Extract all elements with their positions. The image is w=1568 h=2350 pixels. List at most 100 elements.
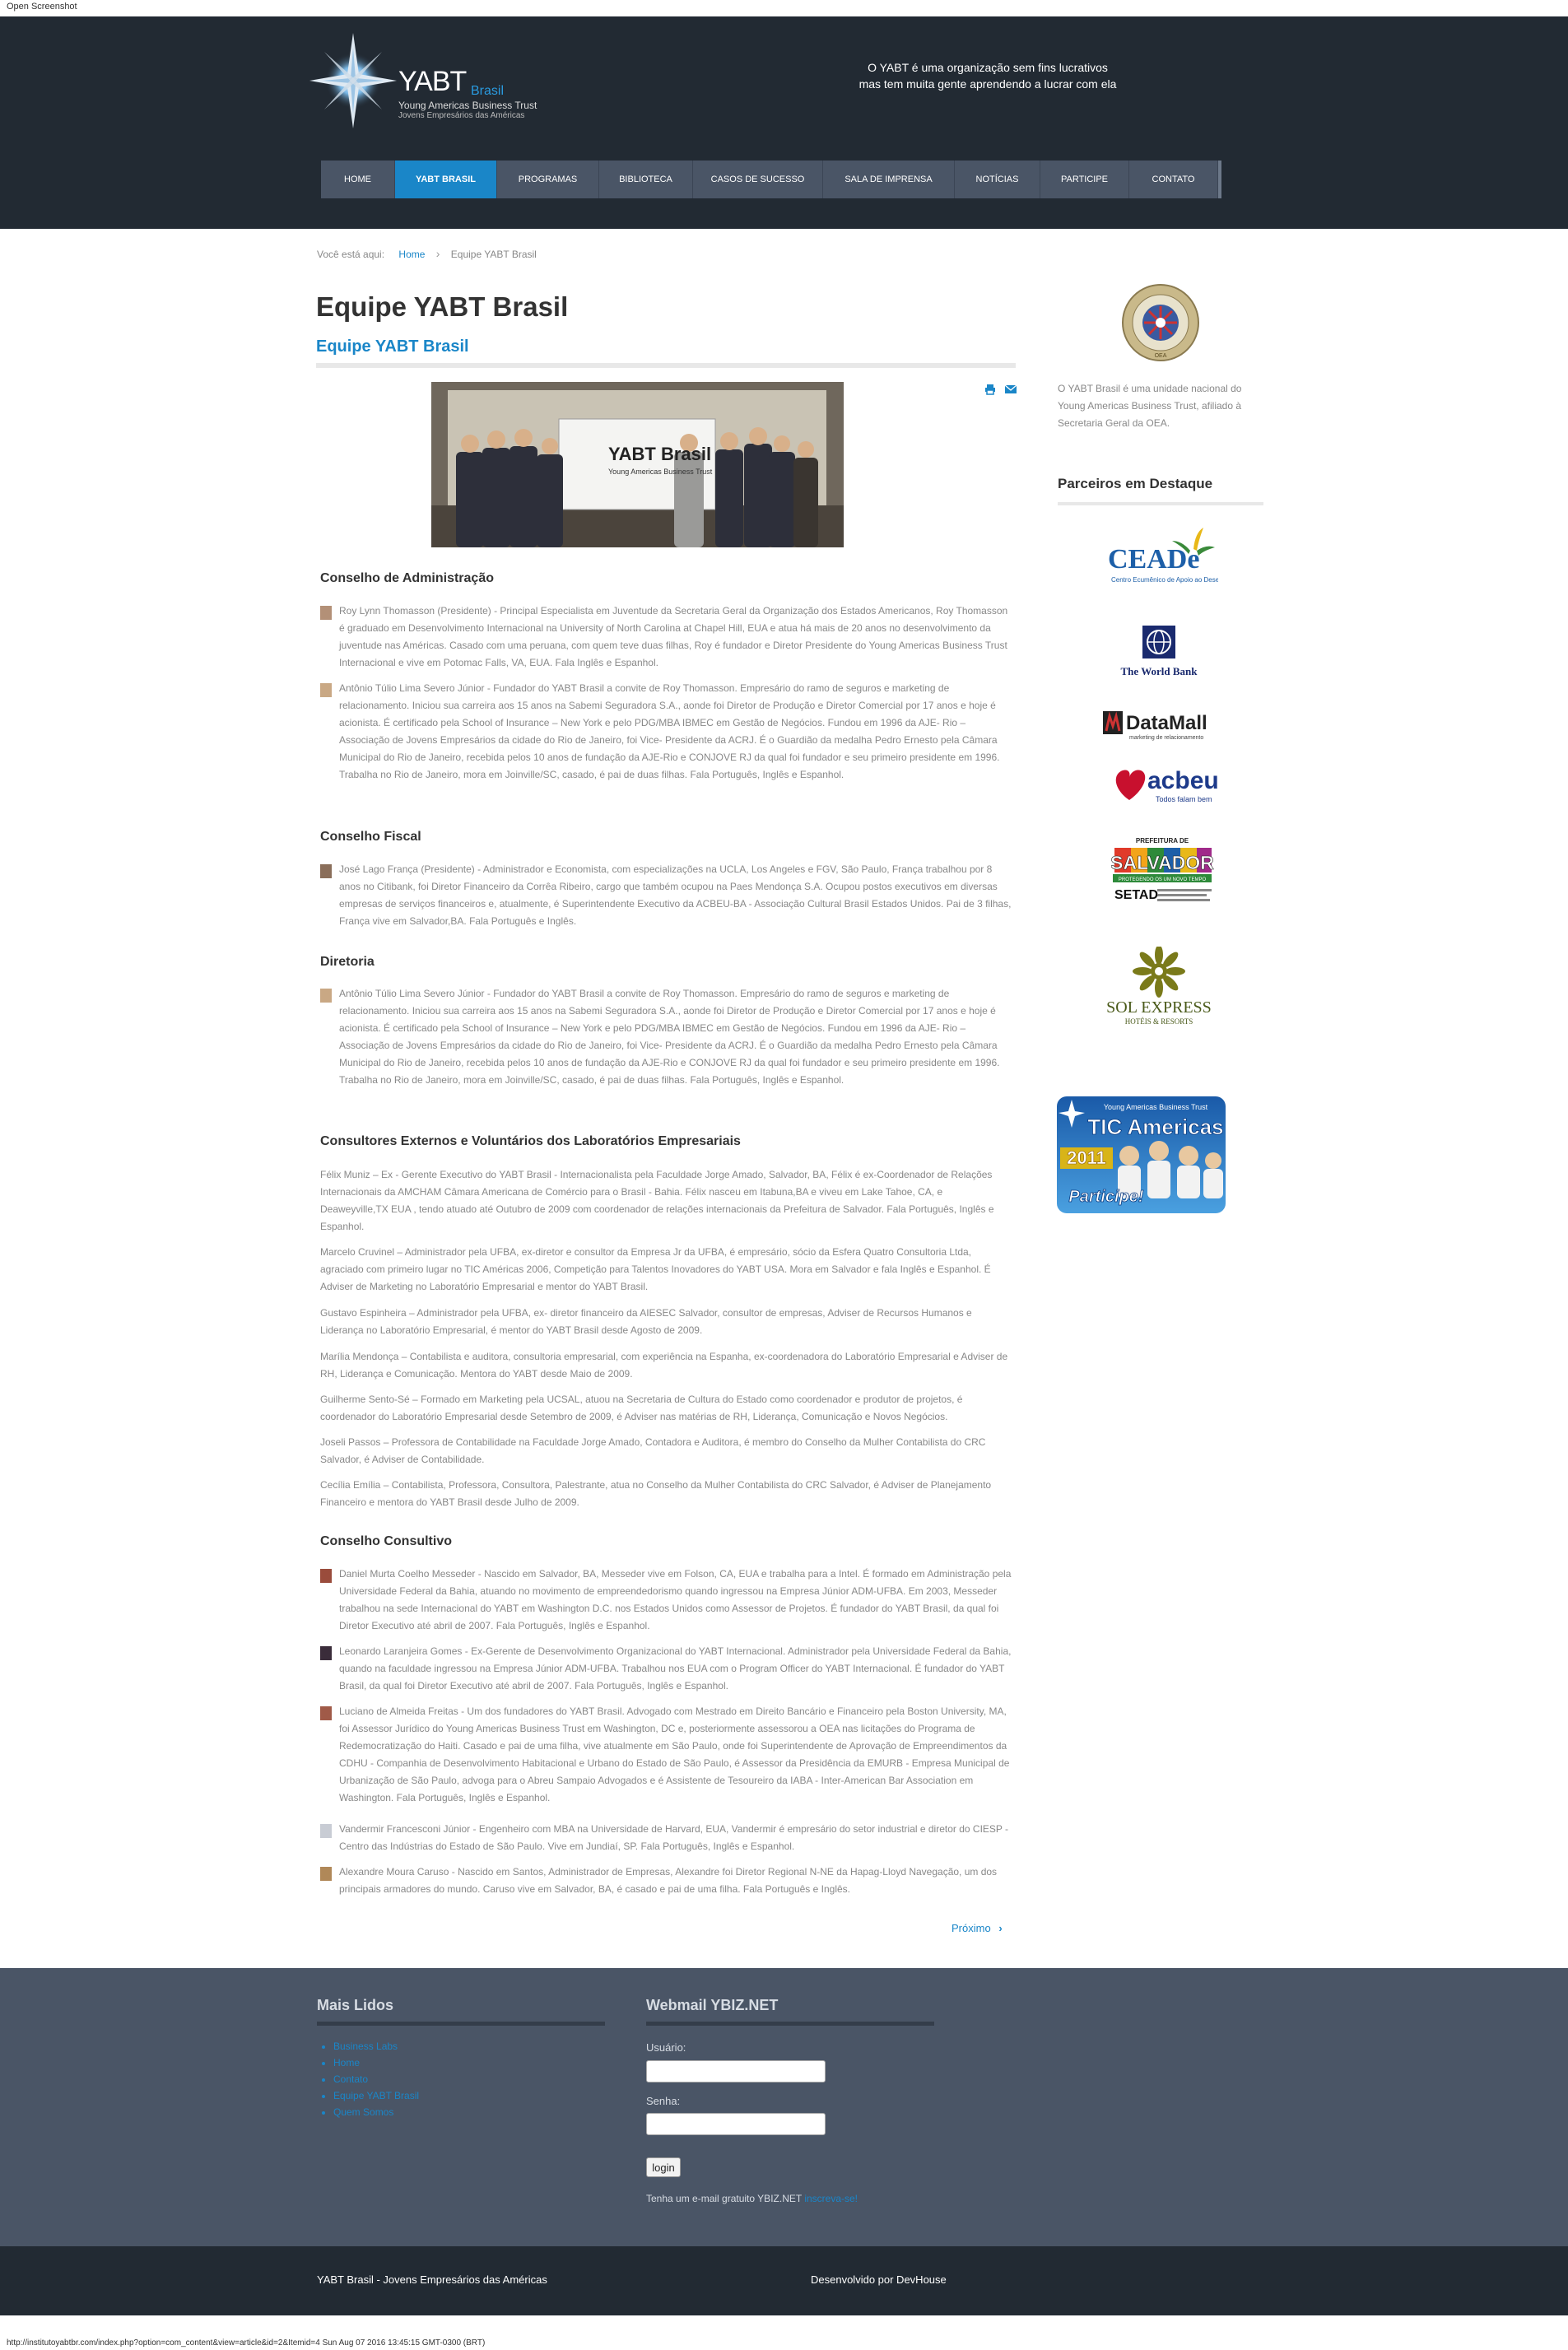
seal-label: OEA [1155,353,1167,359]
salvador-name: SALVADOR [1111,852,1214,873]
section-heading-consultivo: Conselho Consultivo [320,1534,452,1548]
bio-paragraph: Daniel Murta Coelho Messeder - Nascido e… [339,1568,1012,1631]
list-item[interactable]: Quem Somos [333,2104,419,2120]
bio-paragraph: Roy Lynn Thomasson (Presidente) - Princi… [339,605,1008,668]
title-divider [316,363,1016,368]
breadcrumb: Você está aqui: Home › Equipe YABT Brasi… [317,247,537,260]
partner-salvador[interactable]: PREFEITURA DE SALVADOR PROTEGENDO OS UM … [1110,831,1215,914]
mais-lidos-list: Business Labs Home Contato Equipe YABT B… [333,2038,419,2120]
salvador-top: PREFEITURA DE [1136,837,1189,845]
webmail-note: Tenha um e-mail gratuito YBIZ.NET inscre… [646,2193,858,2204]
logo-subtitle: Young Americas Business Trust [398,100,537,111]
bio-paragraph: Marcelo Cruvinel – Administrador pela UF… [320,1246,991,1292]
password-input[interactable] [646,2113,826,2135]
nav-sala-de-imprensa[interactable]: SALA DE IMPRENSA [823,161,955,198]
datamall-sub: marketing de relacionamento [1129,735,1203,741]
partner-world-bank[interactable]: The World Bank [1118,624,1208,682]
nav-contato[interactable]: CONTATO [1129,161,1218,198]
team-photo: YABT Brasil Young Americas Business Trus… [431,382,844,547]
page-title: Equipe YABT Brasil [316,291,569,322]
main-nav: HOME YABT BRASIL PROGRAMAS BIBLIOTECA CA… [321,161,1221,198]
nav-participe[interactable]: PARTICIPE [1040,161,1129,198]
login-button[interactable]: login [646,2157,681,2177]
list-item[interactable]: Business Labs [333,2038,419,2055]
print-icon[interactable] [984,384,996,395]
tic-top: Young Americas Business Trust [1104,1103,1208,1111]
section-heading-consultores: Consultores Externos e Voluntários dos L… [320,1134,741,1148]
tic-title: TIC Americas [1087,1115,1223,1139]
chevron-right-icon: › [998,1922,1003,1934]
nav-biblioteca[interactable]: BIBLIOTECA [599,161,693,198]
partner-acbeu[interactable]: acbeu Todos falam bem [1111,759,1219,808]
bio-paragraph: Guilherme Sento-Sé – Formado em Marketin… [320,1394,963,1422]
site-logo[interactable]: YABT Brasil Young Americas Business Trus… [308,31,555,130]
tic-year: 2011 [1067,1147,1106,1168]
article-subtitle[interactable]: Equipe YABT Brasil [316,337,469,356]
photo-banner-text: YABT Brasil [608,444,711,464]
sol-express-logo-icon: SOL EXPRESS HOTÉIS & RESORTS [1106,945,1212,1026]
nav-casos-de-sucesso[interactable]: CASOS DE SUCESSO [693,161,823,198]
oas-seal-icon: OEA [1122,284,1199,361]
list-item[interactable]: Equipe YABT Brasil [333,2087,419,2104]
avatar [320,1824,332,1838]
ceade-logo-icon: CEADe Centro Ecumênico de Apoio ao Desen… [1108,528,1254,584]
star-logo-icon [309,33,397,128]
bio-paragraph: Joseli Passos – Professora de Contabilid… [320,1436,986,1465]
team-photo-image: YABT Brasil Young Americas Business Trus… [431,382,844,547]
bio-paragraph: Marília Mendonça – Contabilista e audito… [320,1351,1008,1380]
bio-paragraph: Antônio Túlio Lima Severo Júnior - Funda… [339,682,1000,780]
signup-link[interactable]: inscreva-se! [804,2193,858,2204]
email-icon[interactable] [1005,384,1017,394]
partners-divider [1058,502,1263,505]
breadcrumb-home-link[interactable]: Home [398,249,425,260]
footer-bottom [0,2246,1568,2315]
avatar [320,1706,332,1720]
partners-heading: Parceiros em Destaque [1058,476,1213,491]
webmail-heading: Webmail YBIZ.NET [646,1997,779,2013]
webmail-note-text: Tenha um e-mail gratuito YBIZ.NET [646,2193,802,2204]
tic-americas-banner[interactable]: Young Americas Business Trust TIC Americ… [1057,1096,1226,1213]
acbeu-name: acbeu [1147,767,1218,794]
tic-americas-banner-image: Young Americas Business Trust TIC Americ… [1057,1096,1226,1213]
next-article-link[interactable]: Próximo › [952,1922,1003,1934]
nav-home[interactable]: HOME [321,161,395,198]
section-heading-admin: Conselho de Administração [320,571,494,585]
sidebar-about: O YABT Brasil é uma unidade nacional do … [1058,383,1242,429]
sol-express-name: SOL EXPRESS [1106,998,1212,1017]
window-title: Open Screenshot [7,2,77,12]
webmail-divider [646,2022,934,2026]
copyright-text: YABT Brasil - Jovens Empresários das Amé… [317,2273,547,2286]
datamall-name: DataMall [1126,712,1207,734]
nav-programas[interactable]: PROGRAMAS [497,161,599,198]
list-item[interactable]: Contato [333,2071,419,2087]
acbeu-sub: Todos falam bem [1156,795,1212,803]
partner-ceade[interactable]: CEADe Centro Ecumênico de Apoio ao Desen… [1103,523,1254,598]
acbeu-logo-icon: acbeu Todos falam bem [1115,767,1219,803]
nav-yabt-brasil[interactable]: YABT BRASIL [395,161,497,198]
footer-top [0,1968,1568,2246]
bio-paragraph: Luciano de Almeida Freitas - Um dos fund… [339,1705,1010,1803]
avatar [320,989,332,1003]
world-bank-logo-icon: The World Bank [1121,626,1198,677]
bio-paragraph: Leonardo Laranjeira Gomes - Ex-Gerente d… [339,1645,1012,1692]
breadcrumb-current: Equipe YABT Brasil [450,249,537,260]
header-tagline: O YABT é uma organização sem fins lucrat… [807,59,1169,92]
nav-noticias[interactable]: NOTÍCIAS [955,161,1040,198]
bio-paragraph: Cecília Emília – Contabilista, Professor… [320,1479,992,1508]
bio-paragraph: José Lago França (Presidente) - Administ… [339,863,1012,927]
list-item[interactable]: Home [333,2055,419,2071]
chevron-right-icon: › [435,247,440,260]
partner-sol-express[interactable]: SOL EXPRESS HOTÉIS & RESORTS [1103,945,1226,1029]
sol-express-sub: HOTÉIS & RESORTS [1125,1017,1193,1026]
logo-subtitle-2: Jovens Empresários das Américas [398,111,525,120]
mais-lidos-heading: Mais Lidos [317,1997,394,2013]
bio-paragraph: Vandermir Francesconi Júnior - Engenheir… [339,1823,1009,1852]
bio-paragraph: Gustavo Espinheira – Administrador pela … [320,1307,972,1336]
username-label: Usuário: [646,2041,686,2054]
window-title-bar: Open Screenshot [0,0,1568,16]
ceade-sub: Centro Ecumênico de Apoio ao Desenvolvim… [1111,576,1218,584]
avatar [320,1867,332,1881]
tic-cta: Participe! [1068,1188,1143,1206]
username-input[interactable] [646,2060,826,2082]
partner-datamall[interactable]: DataMall marketing de relacionamento [1101,706,1225,742]
